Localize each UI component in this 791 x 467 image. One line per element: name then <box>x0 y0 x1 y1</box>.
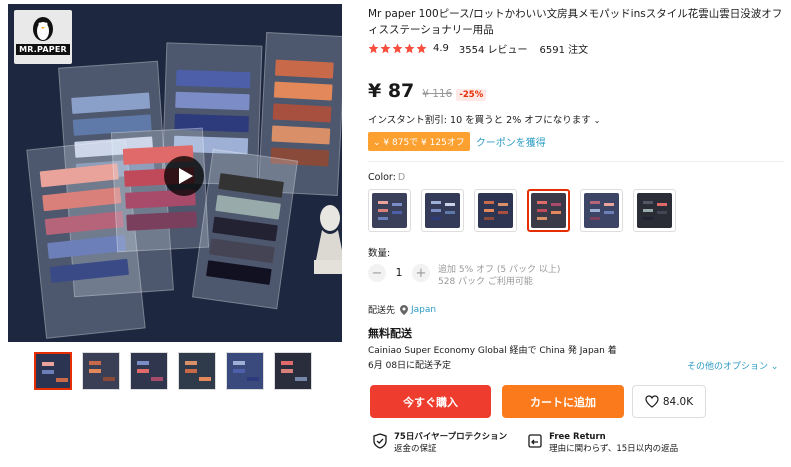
swatch-image <box>478 193 513 228</box>
instant-discount-text: インスタント割引: 10 を買うと 2% オフになります <box>368 115 591 126</box>
quantity-minus-button[interactable]: − <box>368 264 386 282</box>
star-icon <box>404 43 415 54</box>
chevron-down-icon: ⌄ <box>770 362 779 372</box>
coupon-badge[interactable]: ⌄ ¥ 875で ¥ 125オフ <box>368 132 470 151</box>
thumbnail-strip <box>34 352 312 390</box>
plaster-bust-image <box>314 205 342 274</box>
quantity-stepper: − 1 + 追加 5% オフ (5 パック 以上) 528 パック ご利用可能 <box>368 264 560 288</box>
coupon-row: ⌄ ¥ 875で ¥ 125オフ クーポンを獲得 <box>368 132 546 151</box>
brand-logo: MR.PAPER <box>14 10 72 64</box>
protection-subtitle: 返金の保証 <box>394 444 437 454</box>
wishlist-button[interactable]: 84.0K <box>632 385 706 418</box>
rating-row: 4.9 3554 レビュー 6591 注文 <box>368 41 588 56</box>
return-title: Free Return <box>549 432 606 442</box>
stock-available: 528 パック ご利用可能 <box>438 277 533 287</box>
quantity-info: 追加 5% オフ (5 パック 以上) 528 パック ご利用可能 <box>438 264 560 288</box>
ship-to-row: 配送先 Japan <box>368 303 436 316</box>
penguin-icon <box>33 17 53 41</box>
divider <box>368 161 784 162</box>
color-label: Color: D <box>368 172 405 183</box>
guarantees: 75日バイヤープロテクション 返金の保証 Free Return 理由に関わらず… <box>372 431 678 455</box>
thumbnail-3[interactable] <box>130 352 168 390</box>
color-swatch-d[interactable] <box>527 189 570 232</box>
discount-badge: -25% <box>456 89 487 101</box>
bulk-discount-note: 追加 5% オフ (5 パック 以上) <box>438 265 561 275</box>
thumbnail-5[interactable] <box>226 352 264 390</box>
delivery-date: 6月 08日に配送予定 <box>368 361 452 371</box>
order-count: 6591 注文 <box>539 45 589 56</box>
buyer-protection[interactable]: 75日バイヤープロテクション 返金の保証 <box>372 431 507 455</box>
original-price: ¥ 116 <box>422 88 453 100</box>
protection-title: 75日バイヤープロテクション <box>394 432 508 442</box>
star-rating[interactable] <box>368 43 427 54</box>
location-pin-icon <box>400 304 409 315</box>
return-subtitle: 理由に関わらず、15日以内の返品 <box>549 444 679 454</box>
star-icon <box>380 43 391 54</box>
color-swatch-e[interactable] <box>580 189 623 232</box>
color-swatch-c[interactable] <box>474 189 517 232</box>
heart-icon <box>645 395 659 408</box>
star-icon <box>368 43 379 54</box>
color-swatches <box>368 189 676 232</box>
chevron-down-icon: ⌄ <box>593 116 601 125</box>
thumbnail-6[interactable] <box>274 352 312 390</box>
coupon-badge-text: ¥ 875で ¥ 125オフ <box>383 138 465 148</box>
quantity-input[interactable]: 1 <box>386 266 412 279</box>
swatch-image <box>531 193 566 228</box>
ship-to-country[interactable]: Japan <box>411 305 436 315</box>
wishlist-count: 84.0K <box>662 395 694 408</box>
color-label-text: Color: <box>368 172 396 183</box>
add-to-cart-button[interactable]: カートに追加 <box>502 385 624 418</box>
quantity-plus-button[interactable]: + <box>412 264 430 282</box>
star-icon <box>416 43 427 54</box>
swatch-image <box>372 193 407 228</box>
swatch-image <box>637 193 672 228</box>
thumbnail-2[interactable] <box>82 352 120 390</box>
swatch-image <box>425 193 460 228</box>
brand-logo-text: MR.PAPER <box>16 44 70 55</box>
buy-now-button[interactable]: 今すぐ購入 <box>370 385 491 418</box>
shipping-detail: Cainiao Super Economy Global 経由で China 発… <box>368 346 617 356</box>
star-icon <box>392 43 403 54</box>
get-coupon-link[interactable]: クーポンを獲得 <box>476 134 546 149</box>
review-count[interactable]: 3554 レビュー <box>459 41 528 56</box>
other-shipping-options[interactable]: その他のオプション ⌄ <box>687 359 778 372</box>
main-product-image[interactable]: MR.PAPER <box>8 4 342 342</box>
quantity-label: 数量: <box>368 248 391 259</box>
selected-color: D <box>397 172 406 183</box>
thumbnail-1[interactable] <box>34 352 72 390</box>
price-row: ¥ 87 ¥ 116 -25% <box>368 80 487 102</box>
free-return[interactable]: Free Return 理由に関わらず、15日以内の返品 <box>527 431 678 455</box>
other-options-text: その他のオプション <box>687 362 769 372</box>
return-icon <box>528 434 542 448</box>
swatch-image <box>584 193 619 228</box>
current-price: ¥ 87 <box>368 80 415 102</box>
thumbnail-4[interactable] <box>178 352 216 390</box>
instant-discount[interactable]: インスタント割引: 10 を買うと 2% オフになります ⌄ <box>368 112 600 126</box>
chevron-down-icon: ⌄ <box>373 138 384 148</box>
play-icon <box>178 168 193 184</box>
color-swatch-a[interactable] <box>368 189 411 232</box>
play-video-button[interactable] <box>164 156 204 196</box>
product-title: Mr paper 100ピース/ロットかわいい文房具メモパッドinsスタイル花雲… <box>368 8 783 36</box>
ship-to-label: 配送先 <box>368 306 396 316</box>
color-swatch-f[interactable] <box>633 189 676 232</box>
free-shipping-label: 無料配送 <box>368 327 412 340</box>
shield-check-icon <box>373 433 387 449</box>
color-swatch-b[interactable] <box>421 189 464 232</box>
rating-score: 4.9 <box>433 43 449 54</box>
